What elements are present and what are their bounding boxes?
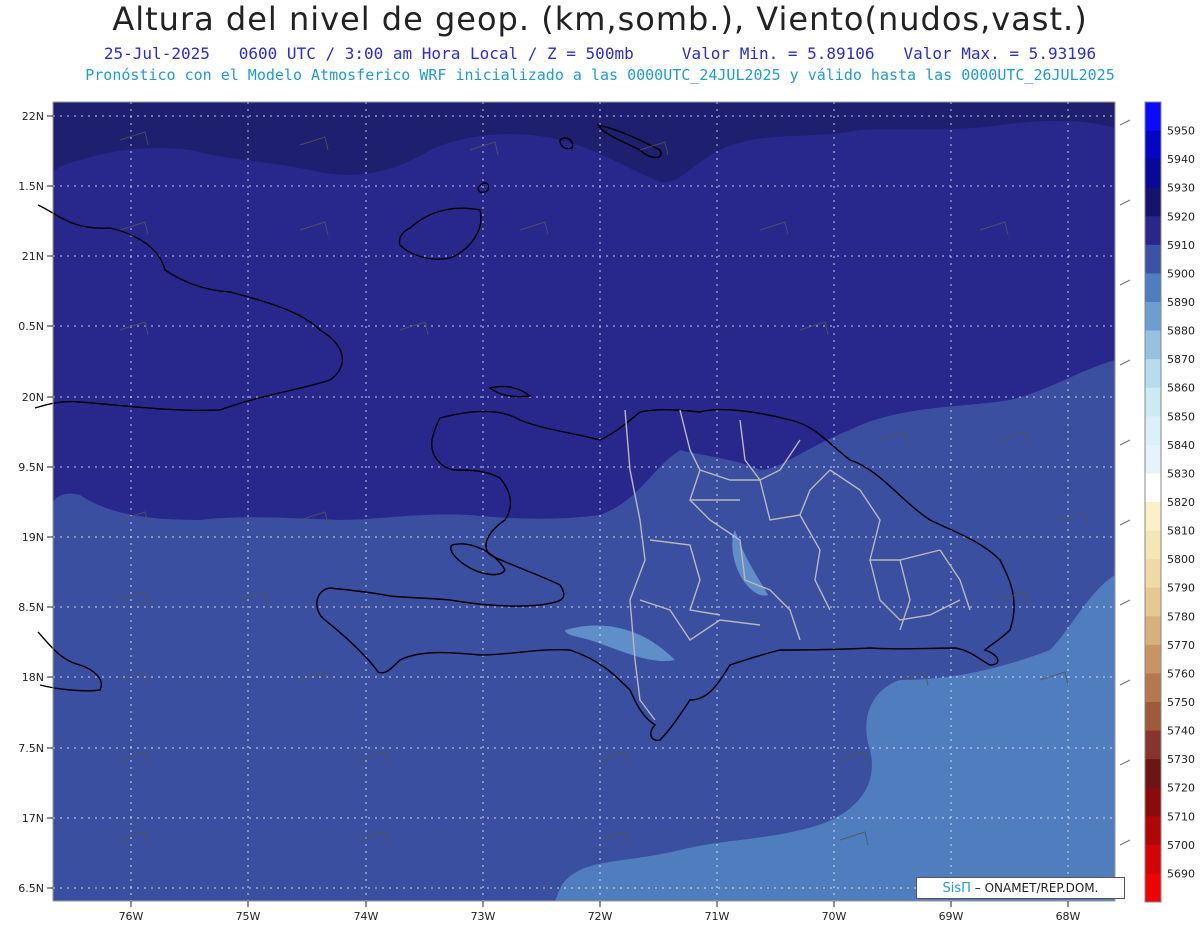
colorbar-swatch	[1145, 416, 1161, 446]
lon-label: 69W	[939, 910, 964, 923]
lon-ticks	[130, 901, 1069, 907]
colorbar-swatch	[1145, 159, 1161, 189]
colorbar-swatch	[1145, 644, 1161, 674]
colorbar-swatch	[1145, 130, 1161, 160]
colorbar-label: 5840	[1167, 439, 1195, 452]
lat-label: 19N	[22, 531, 44, 544]
colorbar-label: 5760	[1167, 667, 1195, 680]
colorbar-label: 5850	[1167, 410, 1195, 423]
colorbar-label: 5890	[1167, 296, 1195, 309]
colorbar-swatch	[1145, 759, 1161, 789]
colorbar-swatch	[1145, 473, 1161, 503]
lat-label: 18N	[22, 671, 44, 684]
colorbar-label: 5780	[1167, 610, 1195, 623]
colorbar-label: 5750	[1167, 696, 1195, 709]
colorbar-label: 5720	[1167, 782, 1195, 795]
lat-ticks	[47, 115, 53, 889]
colorbar-label: 5740	[1167, 725, 1195, 738]
lat-label: 17N	[22, 812, 44, 825]
lon-label: 68W	[1056, 910, 1081, 923]
colorbar-label: 5790	[1167, 582, 1195, 595]
colorbar-swatch	[1145, 273, 1161, 303]
colorbar-swatch	[1145, 587, 1161, 617]
geopotential-field	[53, 102, 1115, 901]
colorbar-label: 5710	[1167, 810, 1195, 823]
colorbar-swatch	[1145, 302, 1161, 332]
lat-label: 7.5N	[18, 742, 44, 755]
lat-label: 22N	[22, 110, 44, 123]
lon-label: 74W	[354, 910, 379, 923]
colorbar-swatch	[1145, 216, 1161, 246]
colorbar-swatch	[1145, 502, 1161, 532]
colorbar-swatch	[1145, 359, 1161, 389]
lat-label: 21N	[22, 250, 44, 263]
colorbar-label: 5830	[1167, 467, 1195, 480]
lon-label: 72W	[588, 910, 613, 923]
colorbar-label: 5880	[1167, 325, 1195, 338]
map-canvas: 22N 1.5N 21N 0.5N 20N 9.5N 19N 8.5N 18N …	[18, 101, 1195, 923]
colorbar-swatch	[1145, 787, 1161, 817]
colorbar-label: 5950	[1167, 125, 1195, 138]
colorbar-label: 5770	[1167, 639, 1195, 652]
colorbar-swatch	[1145, 844, 1161, 874]
colorbar-swatch	[1145, 244, 1161, 274]
lat-label: 6.5N	[18, 882, 44, 895]
colorbar-swatch	[1145, 102, 1161, 132]
colorbar-swatch	[1145, 702, 1161, 732]
lat-labels: 22N 1.5N 21N 0.5N 20N 9.5N 19N 8.5N 18N …	[18, 110, 44, 895]
colorbar-label: 5810	[1167, 525, 1195, 538]
colorbar-label: 5940	[1167, 153, 1195, 166]
lon-label: 76W	[119, 910, 144, 923]
colorbar-swatch	[1145, 530, 1161, 560]
lon-label: 75W	[236, 910, 261, 923]
colorbar-swatch	[1145, 673, 1161, 703]
colorbar: 5950 5940 5930 5920 5910 5900 5890 5880 5870 5860…	[1144, 101, 1195, 903]
colorbar-label: 5860	[1167, 382, 1195, 395]
colorbar-swatch	[1145, 387, 1161, 417]
lat-label: 9.5N	[18, 461, 44, 474]
lon-labels: 76W 75W 74W 73W 72W 71W 70W 69W 68W	[119, 910, 1081, 923]
colorbar-label: 5730	[1167, 753, 1195, 766]
colorbar-label: 5910	[1167, 239, 1195, 252]
colorbar-swatch	[1145, 873, 1161, 903]
colorbar-label: 5900	[1167, 267, 1195, 280]
lat-label: 1.5N	[18, 180, 44, 193]
colorbar-label: 5800	[1167, 553, 1195, 566]
colorbar-swatch	[1145, 444, 1161, 474]
colorbar-swatch	[1145, 616, 1161, 646]
colorbar-label: 5690	[1167, 867, 1195, 880]
colorbar-label: 5820	[1167, 496, 1195, 509]
colorbar-swatch	[1145, 187, 1161, 217]
colorbar-label: 5930	[1167, 182, 1195, 195]
lat-label: 8.5N	[18, 601, 44, 614]
credit-box: SisΠ – ONAMET/REP.DOM.	[916, 877, 1125, 899]
colorbar-swatch	[1145, 730, 1161, 760]
colorbar-swatch	[1145, 330, 1161, 360]
colorbar-label: 5870	[1167, 353, 1195, 366]
lon-label: 71W	[705, 910, 730, 923]
lon-label: 70W	[822, 910, 847, 923]
colorbar-swatch	[1145, 559, 1161, 589]
lat-label: 0.5N	[18, 320, 44, 333]
colorbar-swatch	[1145, 816, 1161, 846]
lat-label: 20N	[22, 391, 44, 404]
colorbar-label: 5920	[1167, 210, 1195, 223]
credit-org: – ONAMET/REP.DOM.	[970, 881, 1099, 895]
colorbar-label: 5700	[1167, 839, 1195, 852]
sis-logo-text: SisΠ	[942, 881, 971, 896]
lon-label: 73W	[471, 910, 496, 923]
